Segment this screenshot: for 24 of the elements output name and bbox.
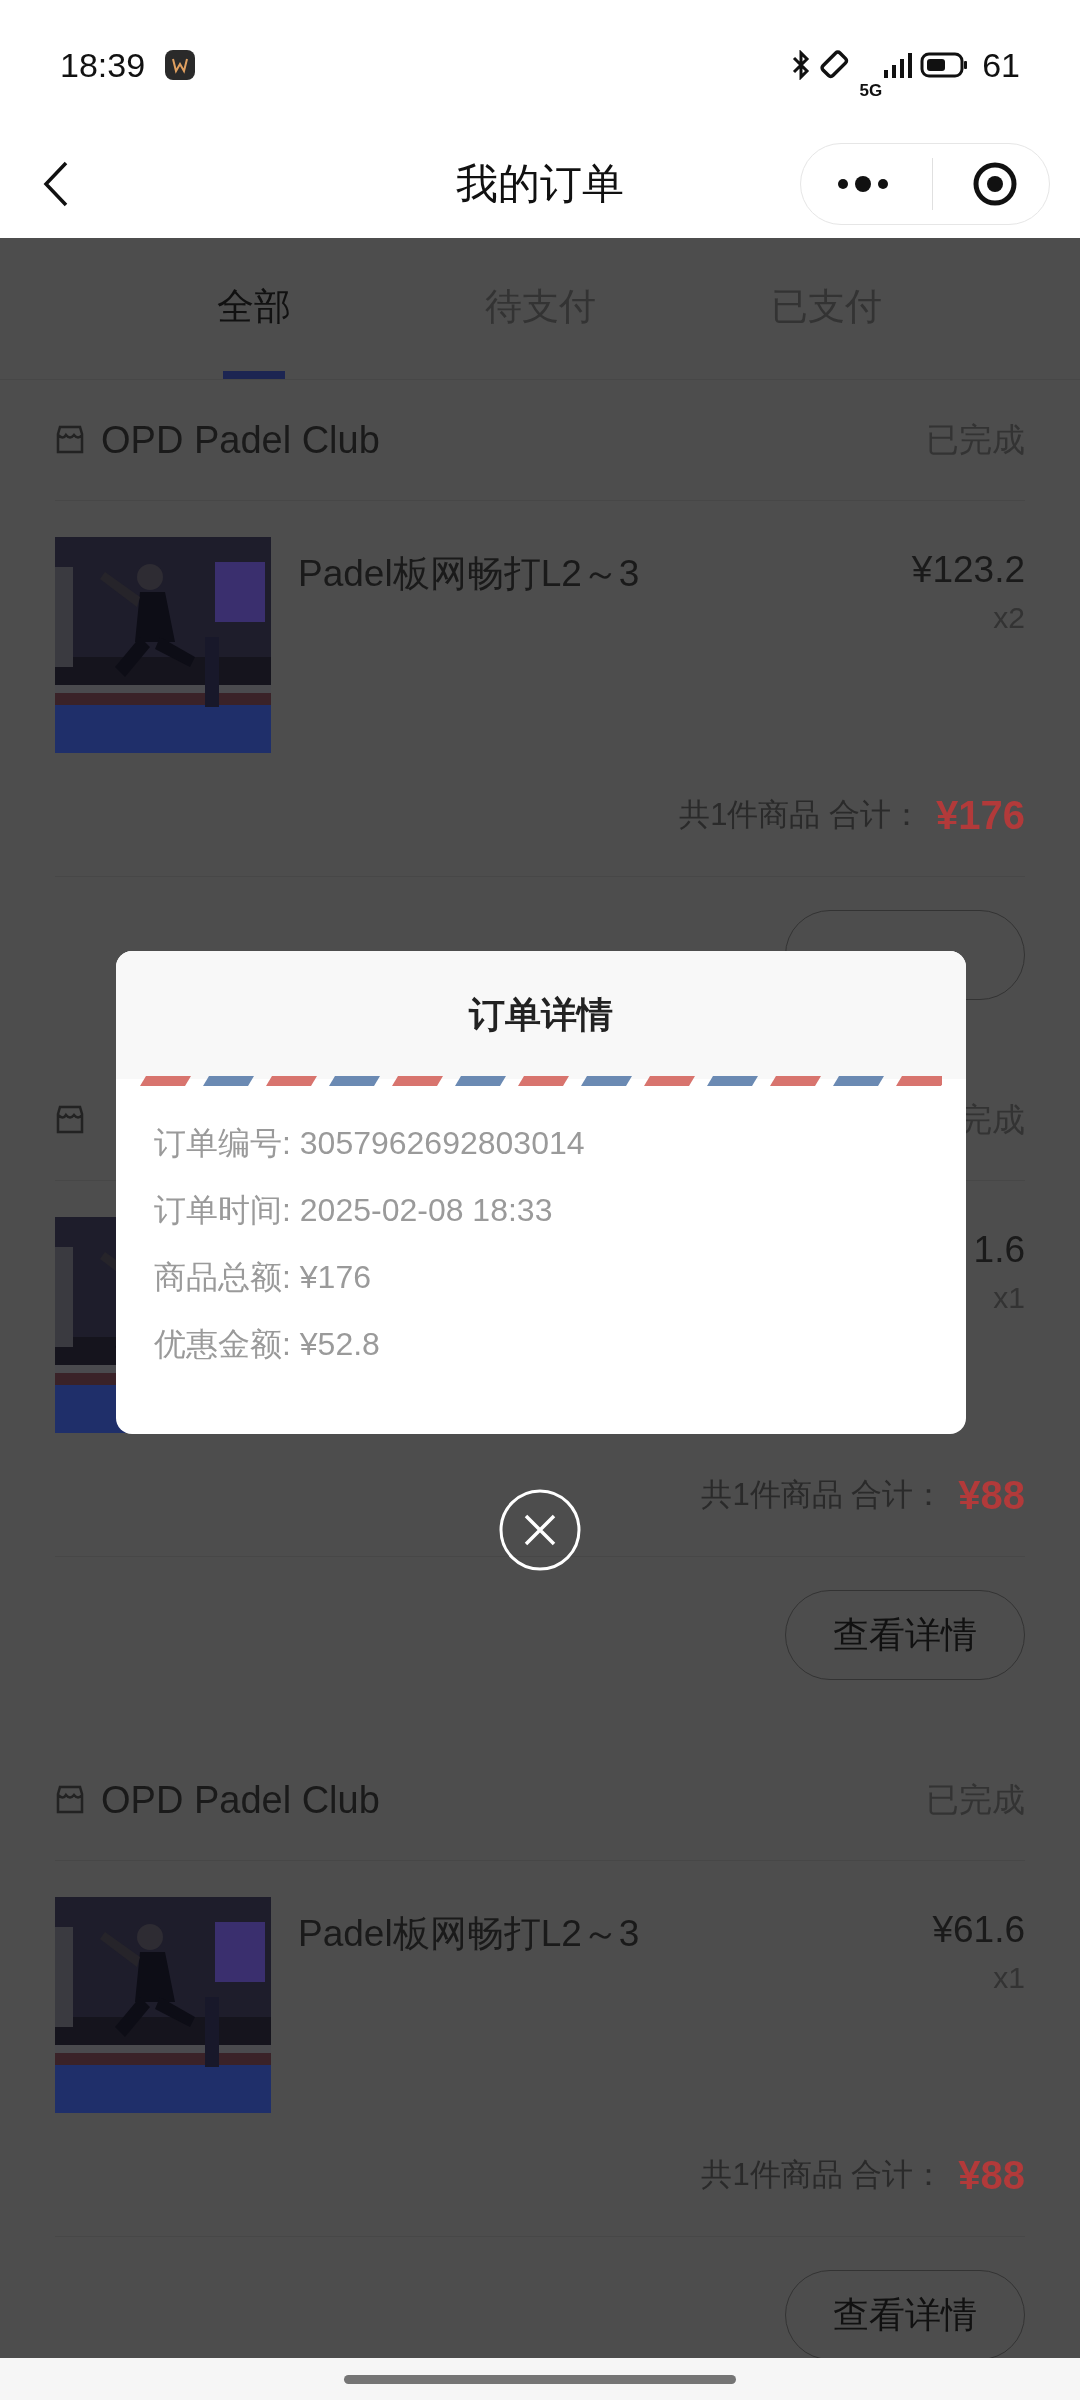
home-indicator[interactable] (344, 2374, 736, 2384)
store-icon (55, 1104, 85, 1136)
order-total: ¥176 (936, 792, 1025, 838)
close-icon[interactable] (498, 1488, 582, 1572)
store-icon (55, 424, 85, 456)
detail-line: 订单时间: 2025-02-08 18:33 (154, 1191, 554, 1230)
battery-level: 61 (982, 45, 1020, 85)
app-icon (165, 50, 196, 80)
detail-line: 优惠金额: ¥52.8 (154, 1325, 381, 1364)
dialog-title: 订单详情 (469, 992, 613, 1037)
order-total: ¥88 (958, 1472, 1025, 1518)
page-title: 我的订单 (456, 159, 624, 209)
store-icon (55, 1784, 85, 1816)
close-target-icon[interactable] (971, 161, 1018, 207)
order-total: ¥88 (958, 2152, 1025, 2198)
network-type: 5G (859, 81, 883, 101)
status-time: 18:39 (60, 45, 146, 85)
view-details-button[interactable]: 查看详情 (785, 1590, 1025, 1680)
bluetooth-icon (791, 50, 812, 80)
detail-line: 订单编号: 3057962692803014 (154, 1124, 586, 1163)
order-tab[interactable]: 全部 (111, 238, 397, 379)
detail-line: 商品总额: ¥176 (154, 1258, 372, 1297)
battery-icon (920, 51, 969, 79)
signal-icon (882, 50, 913, 80)
